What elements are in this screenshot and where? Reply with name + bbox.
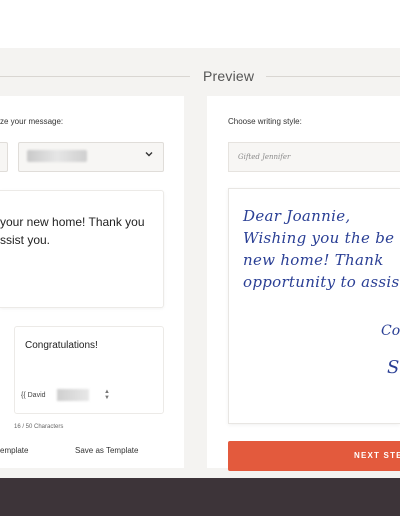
section-header: Preview bbox=[0, 62, 400, 90]
top-strip bbox=[0, 0, 400, 48]
handwriting-line: Wishing you the be bbox=[243, 229, 395, 247]
signature-token: {{ David bbox=[21, 392, 46, 399]
redacted-value bbox=[27, 150, 87, 162]
handwriting-line: Dear Joannie, bbox=[243, 207, 351, 225]
handwriting-line: opportunity to assist bbox=[243, 273, 400, 291]
divider-right bbox=[266, 76, 400, 77]
footer-bar bbox=[0, 478, 400, 516]
closing-textarea[interactable]: Congratulations! {{ David ▲ ▼ bbox=[14, 326, 164, 414]
writing-style-label: Choose writing style: bbox=[228, 117, 302, 126]
preview-title: Preview bbox=[203, 68, 255, 84]
message-line: ssist you. bbox=[0, 233, 51, 247]
recipient-select[interactable] bbox=[18, 142, 164, 172]
divider-left bbox=[0, 76, 190, 77]
handwriting-signature: S bbox=[387, 357, 400, 378]
next-step-label: NEXT STE bbox=[354, 451, 400, 460]
writing-style-value: Gifted Jennifer bbox=[238, 153, 291, 161]
handwritten-preview-card: Dear Joannie, Wishing you the be new hom… bbox=[228, 188, 400, 424]
use-template-link[interactable]: emplate bbox=[0, 446, 28, 455]
closing-greeting: Congratulations! bbox=[25, 340, 98, 351]
character-count: 16 / 50 Characters bbox=[14, 424, 64, 430]
customize-label: ze your message: bbox=[0, 117, 64, 126]
handwriting-line: new home! Thank bbox=[243, 251, 384, 269]
resize-stepper-icon[interactable]: ▲ ▼ bbox=[104, 389, 110, 401]
save-as-template-link[interactable]: Save as Template bbox=[75, 446, 138, 455]
redacted-signature bbox=[57, 389, 89, 401]
next-step-button[interactable]: NEXT STE bbox=[228, 441, 400, 471]
chevron-down-icon bbox=[145, 152, 153, 157]
handwriting-closing: Co bbox=[381, 323, 400, 339]
message-line: your new home! Thank you bbox=[0, 215, 145, 229]
writing-style-select[interactable]: Gifted Jennifer bbox=[228, 142, 400, 172]
partial-select[interactable] bbox=[0, 142, 8, 172]
message-textarea[interactable]: your new home! Thank you ssist you. bbox=[0, 190, 164, 308]
